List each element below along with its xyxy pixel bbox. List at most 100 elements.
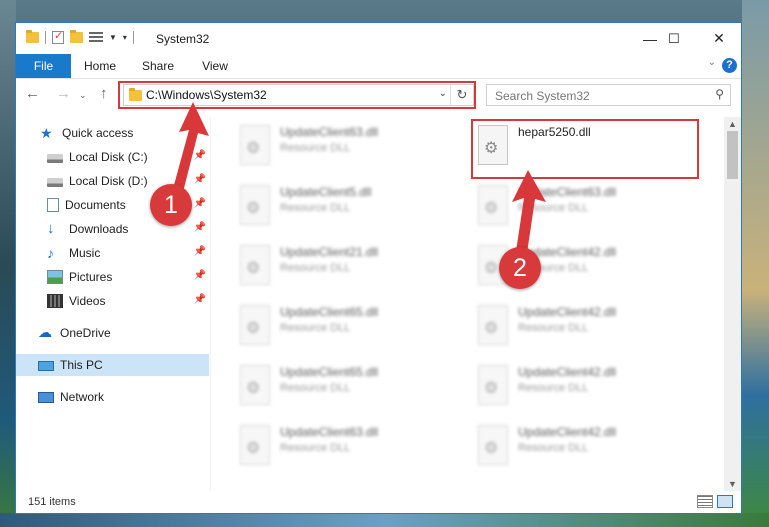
file-name: UpdateClient5.dll — [280, 185, 372, 199]
file-item[interactable]: UpdateClient65.dll Resource DLL — [232, 299, 462, 355]
dll-file-icon — [240, 125, 270, 165]
file-type: Resource DLL — [518, 442, 589, 454]
close-button[interactable]: ✕ — [696, 23, 742, 54]
customize-toolbar-icon[interactable]: ▾ — [123, 33, 127, 42]
ribbon: File Home Share View ⌄ ? — [16, 54, 741, 79]
step-marker-2: 2 — [499, 247, 541, 289]
scrollbar-thumb[interactable] — [727, 131, 738, 179]
dll-file-icon — [478, 365, 508, 405]
search-input[interactable] — [493, 87, 697, 105]
file-item[interactable]: UpdateClient63.dll Resource DLL — [232, 119, 462, 175]
dll-file-icon — [240, 245, 270, 285]
sidebar-item-label: Music — [69, 246, 101, 260]
dll-file-icon — [240, 185, 270, 225]
title-bar: ▼ ▾ System32 — ☐ ✕ — [16, 23, 741, 54]
file-type: Resource DLL — [280, 322, 351, 334]
sidebar-item-this-pc[interactable]: This PC — [16, 354, 209, 376]
new-folder-icon[interactable] — [70, 30, 83, 43]
file-name: UpdateClient42.dll — [518, 365, 617, 379]
expand-ribbon-icon[interactable]: ⌄ — [708, 57, 716, 68]
file-type: Resource DLL — [280, 202, 351, 214]
file-item[interactable]: UpdateClient42.dll Resource DLL — [470, 299, 700, 355]
file-item[interactable]: UpdateClient42.dll Resource DLL — [470, 419, 700, 475]
pin-icon: 📌 — [193, 222, 206, 233]
sidebar-item-label: Pictures — [69, 270, 113, 284]
pictures-icon — [47, 270, 63, 284]
cloud-icon: ☁ — [38, 324, 52, 340]
file-type: Resource DLL — [518, 382, 589, 394]
dll-file-icon — [240, 365, 270, 405]
file-name: UpdateClient65.dll — [280, 305, 379, 319]
sidebar-item-label: This PC — [60, 358, 103, 372]
file-type: Resource DLL — [280, 142, 351, 154]
sidebar-item-music[interactable]: ♪ Music 📌 — [16, 242, 209, 264]
file-type: Resource DLL — [518, 322, 589, 334]
sidebar-item-onedrive[interactable]: ☁ OneDrive — [16, 322, 209, 344]
search-box[interactable]: ⚲ — [486, 84, 731, 106]
file-name: UpdateClient21.dll — [280, 245, 379, 259]
view-options-icon[interactable] — [89, 32, 103, 43]
tab-file[interactable]: File — [16, 54, 71, 78]
file-name: UpdateClient42.dll — [518, 305, 617, 319]
file-name: UpdateClient63.dll — [280, 425, 379, 439]
sidebar-item-videos[interactable]: Videos 📌 — [16, 290, 209, 312]
tab-home[interactable]: Home — [76, 54, 124, 78]
back-arrow-icon[interactable]: ← — [25, 85, 40, 102]
file-item[interactable]: UpdateClient65.dll Resource DLL — [232, 359, 462, 415]
desktop-background-bottom — [0, 513, 769, 527]
documents-icon — [47, 198, 59, 212]
item-count: 151 items — [28, 496, 76, 508]
drive-icon — [47, 154, 63, 163]
file-name: UpdateClient65.dll — [280, 365, 379, 379]
file-item[interactable]: UpdateClient21.dll Resource DLL — [232, 239, 462, 295]
file-item[interactable]: UpdateClient5.dll Resource DLL — [232, 179, 462, 235]
toolbar-separator — [45, 31, 46, 44]
sidebar-item-label: Downloads — [69, 222, 129, 236]
pc-icon — [38, 360, 54, 371]
network-icon — [38, 391, 54, 403]
properties-icon[interactable] — [52, 29, 64, 44]
chevron-down-icon[interactable]: ▼ — [109, 33, 117, 42]
desktop-background-right — [742, 0, 769, 527]
file-item[interactable]: UpdateClient63.dll Resource DLL — [232, 419, 462, 475]
desktop-background-left — [0, 0, 16, 527]
scroll-up-icon[interactable]: ▲ — [728, 119, 737, 129]
file-type: Resource DLL — [280, 262, 351, 274]
download-icon: ↓ — [47, 220, 55, 237]
sidebar-item-label: Network — [60, 390, 105, 404]
file-type: Resource DLL — [280, 382, 351, 394]
tab-view[interactable]: View — [192, 54, 238, 78]
star-icon: ★ — [40, 125, 53, 141]
help-icon[interactable]: ? — [722, 58, 737, 73]
pin-icon: 📌 — [193, 246, 206, 257]
dll-file-icon — [478, 305, 508, 345]
sidebar-item-network[interactable]: Network — [16, 386, 209, 408]
search-icon[interactable]: ⚲ — [715, 87, 724, 101]
vertical-scrollbar[interactable]: ▲ ▼ — [724, 117, 741, 491]
dll-file-icon — [478, 425, 508, 465]
pin-icon: 📌 — [193, 270, 206, 281]
large-icons-view-icon[interactable] — [717, 495, 733, 508]
file-type: Resource DLL — [280, 442, 351, 454]
forward-arrow-icon[interactable]: → — [56, 85, 71, 102]
recent-locations-icon[interactable]: ⌄ — [79, 90, 87, 101]
sidebar-item-label: Local Disk (C:) — [69, 150, 148, 164]
details-view-icon[interactable] — [697, 495, 713, 508]
sidebar-item-label: Quick access — [62, 126, 134, 140]
sidebar-item-label: Local Disk (D:) — [69, 174, 148, 188]
file-item[interactable]: UpdateClient42.dll Resource DLL — [470, 359, 700, 415]
sidebar-item-pictures[interactable]: Pictures 📌 — [16, 266, 209, 288]
videos-icon — [47, 294, 63, 308]
drive-icon — [47, 178, 63, 187]
scroll-down-icon[interactable]: ▼ — [728, 479, 737, 489]
dll-file-icon — [240, 425, 270, 465]
file-name: UpdateClient42.dll — [518, 425, 617, 439]
tab-share[interactable]: Share — [134, 54, 182, 78]
toolbar-separator — [132, 31, 134, 44]
maximize-button[interactable]: ☐ — [651, 23, 697, 54]
up-arrow-icon[interactable]: ↑ — [100, 85, 108, 102]
sidebar-item-label: Videos — [69, 294, 106, 308]
window-title: System32 — [156, 32, 210, 46]
dll-file-icon — [240, 305, 270, 345]
pin-icon: 📌 — [193, 294, 206, 305]
